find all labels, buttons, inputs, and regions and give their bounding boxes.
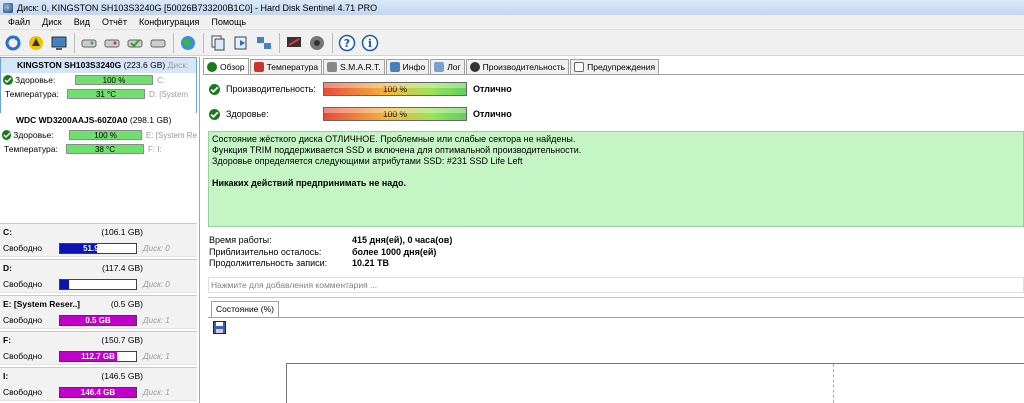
gauge-icon: [469, 62, 480, 72]
menu-report[interactable]: Отчёт: [96, 17, 133, 27]
app-window: Диск: 0, KINGSTON SH103S3240G [50026B733…: [0, 0, 1024, 403]
temp-bar: 38 °C: [66, 144, 144, 154]
tab-smart[interactable]: S.M.A.R.T.: [323, 59, 385, 74]
temp-row: Температура: 31 °C D: [System: [5, 89, 189, 99]
tab-bar: Обзор Температура S.M.A.R.T. Инфо Лог Пр…: [203, 58, 660, 74]
status-description: Состояние жёсткого диска ОТЛИЧНОЕ. Пробл…: [208, 131, 1024, 227]
temp-row: Температура: 38 °C F: I:: [4, 144, 162, 154]
globe-icon[interactable]: [177, 32, 199, 54]
ok-icon: [3, 75, 13, 85]
save-icon[interactable]: [213, 321, 226, 334]
window-title: Диск: 0, KINGSTON SH103S3240G [50026B733…: [17, 2, 378, 13]
menu-view[interactable]: Вид: [68, 17, 96, 27]
details-panel: Обзор Температура S.M.A.R.T. Инфо Лог Пр…: [203, 57, 1024, 403]
disk-health-icon[interactable]: [124, 32, 146, 54]
free-space-bar: 14.1 GB: [59, 278, 137, 290]
disk-list-panel: KINGSTON SH103S3240G (223.6 GB) Диск: Зд…: [0, 57, 200, 403]
ok-icon: [209, 108, 220, 120]
toolbar: ? i: [0, 30, 1024, 56]
app-icon: [3, 2, 13, 13]
svg-text:?: ?: [344, 37, 350, 50]
info-tab-icon: [389, 62, 400, 72]
performance-bar: 100 %: [323, 82, 467, 96]
tab-overview[interactable]: Обзор: [203, 58, 249, 74]
refresh-icon[interactable]: [2, 32, 24, 54]
health-graph-panel: Состояние (%): [208, 297, 1024, 403]
tab-performance[interactable]: Производительность: [465, 59, 570, 74]
performance-row: Производительность: 100 % Отлично: [209, 81, 512, 97]
volume-entry[interactable]: E: [System Reser..] (0.5 GB) Свободно 0.5 …: [0, 295, 197, 329]
free-space-bar: 0.5 GB: [59, 314, 137, 326]
report-icon[interactable]: [283, 32, 305, 54]
tab-info[interactable]: Инфо: [385, 59, 430, 74]
check-icon: [207, 61, 217, 72]
free-space-bar: 146.4 GB: [59, 386, 137, 398]
alert-icon[interactable]: [25, 32, 47, 54]
tab-temperature[interactable]: Температура: [249, 59, 323, 74]
network-icon[interactable]: [253, 32, 275, 54]
health-row: Здоровье: 100 % Отлично: [209, 106, 512, 122]
graph-plot-area: [286, 363, 1024, 403]
volume-entry[interactable]: F: (150.7 GB) Свободно 112.7 GB Диск: 1: [0, 331, 197, 365]
menu-config[interactable]: Конфигурация: [133, 17, 205, 27]
volume-entry[interactable]: I: (146.5 GB) Свободно 146.4 GB Диск: 1: [0, 367, 197, 401]
export-icon[interactable]: [230, 32, 252, 54]
health-row: Здоровье: 100 % C:: [1, 73, 196, 87]
temp-bar: 31 °C: [67, 89, 145, 99]
speaker-icon[interactable]: [306, 32, 328, 54]
menu-help[interactable]: Помощь: [205, 17, 252, 27]
alerts-icon: [574, 62, 585, 72]
usage-info: Время работы: 415 дня(ей), 0 часа(ов) При…: [209, 235, 453, 268]
free-space-bar: 51.9 GB: [59, 242, 137, 254]
disk-test-icon[interactable]: [101, 32, 123, 54]
tab-log[interactable]: Лог: [430, 59, 465, 74]
thermometer-icon: [253, 62, 264, 72]
health-bar: 100 %: [69, 130, 142, 140]
health-bar: 100 %: [75, 75, 153, 85]
tab-alerts[interactable]: Предупреждения: [570, 59, 660, 74]
disk-header: KINGSTON SH103S3240G (223.6 GB) Диск:: [1, 58, 196, 73]
svg-text:i: i: [368, 37, 372, 50]
free-space-bar: 112.7 GB: [59, 350, 137, 362]
copy-icon[interactable]: [207, 32, 229, 54]
ok-icon: [2, 130, 12, 140]
disk-icon[interactable]: [78, 32, 100, 54]
info-icon[interactable]: i: [359, 32, 381, 54]
disk-settings-icon[interactable]: [147, 32, 169, 54]
help-icon[interactable]: ?: [336, 32, 358, 54]
monitor-icon[interactable]: [48, 32, 70, 54]
tab-health-graph[interactable]: Состояние (%): [211, 301, 279, 317]
disk-header: WDC WD3200AAJS-60Z0A0 (298.1 GB): [16, 115, 172, 125]
comment-field[interactable]: Нажмите для добавления комментария ...: [208, 277, 1024, 293]
volume-entry[interactable]: D: (117.4 GB) Свободно 14.1 GB Диск: 0: [0, 259, 197, 293]
log-icon: [434, 62, 445, 72]
disk-entry[interactable]: WDC WD3200AAJS-60Z0A0 (298.1 GB) Здоровь…: [0, 113, 197, 170]
ok-icon: [209, 83, 220, 95]
volume-entry[interactable]: C: (106.1 GB) Свободно 51.9 GB Диск: 0: [0, 223, 197, 257]
smart-icon: [327, 62, 338, 72]
health-bar: 100 %: [323, 107, 467, 121]
disk-entry[interactable]: KINGSTON SH103S3240G (223.6 GB) Диск: Зд…: [0, 57, 197, 114]
menu-disk[interactable]: Диск: [36, 17, 68, 27]
menu-file[interactable]: Файл: [2, 17, 36, 27]
health-row: Здоровье: 100 % E: [System Re: [0, 128, 197, 142]
title-bar: Диск: 0, KINGSTON SH103S3240G [50026B733…: [0, 0, 1024, 15]
menu-bar: Файл Диск Вид Отчёт Конфигурация Помощь: [0, 15, 1024, 30]
